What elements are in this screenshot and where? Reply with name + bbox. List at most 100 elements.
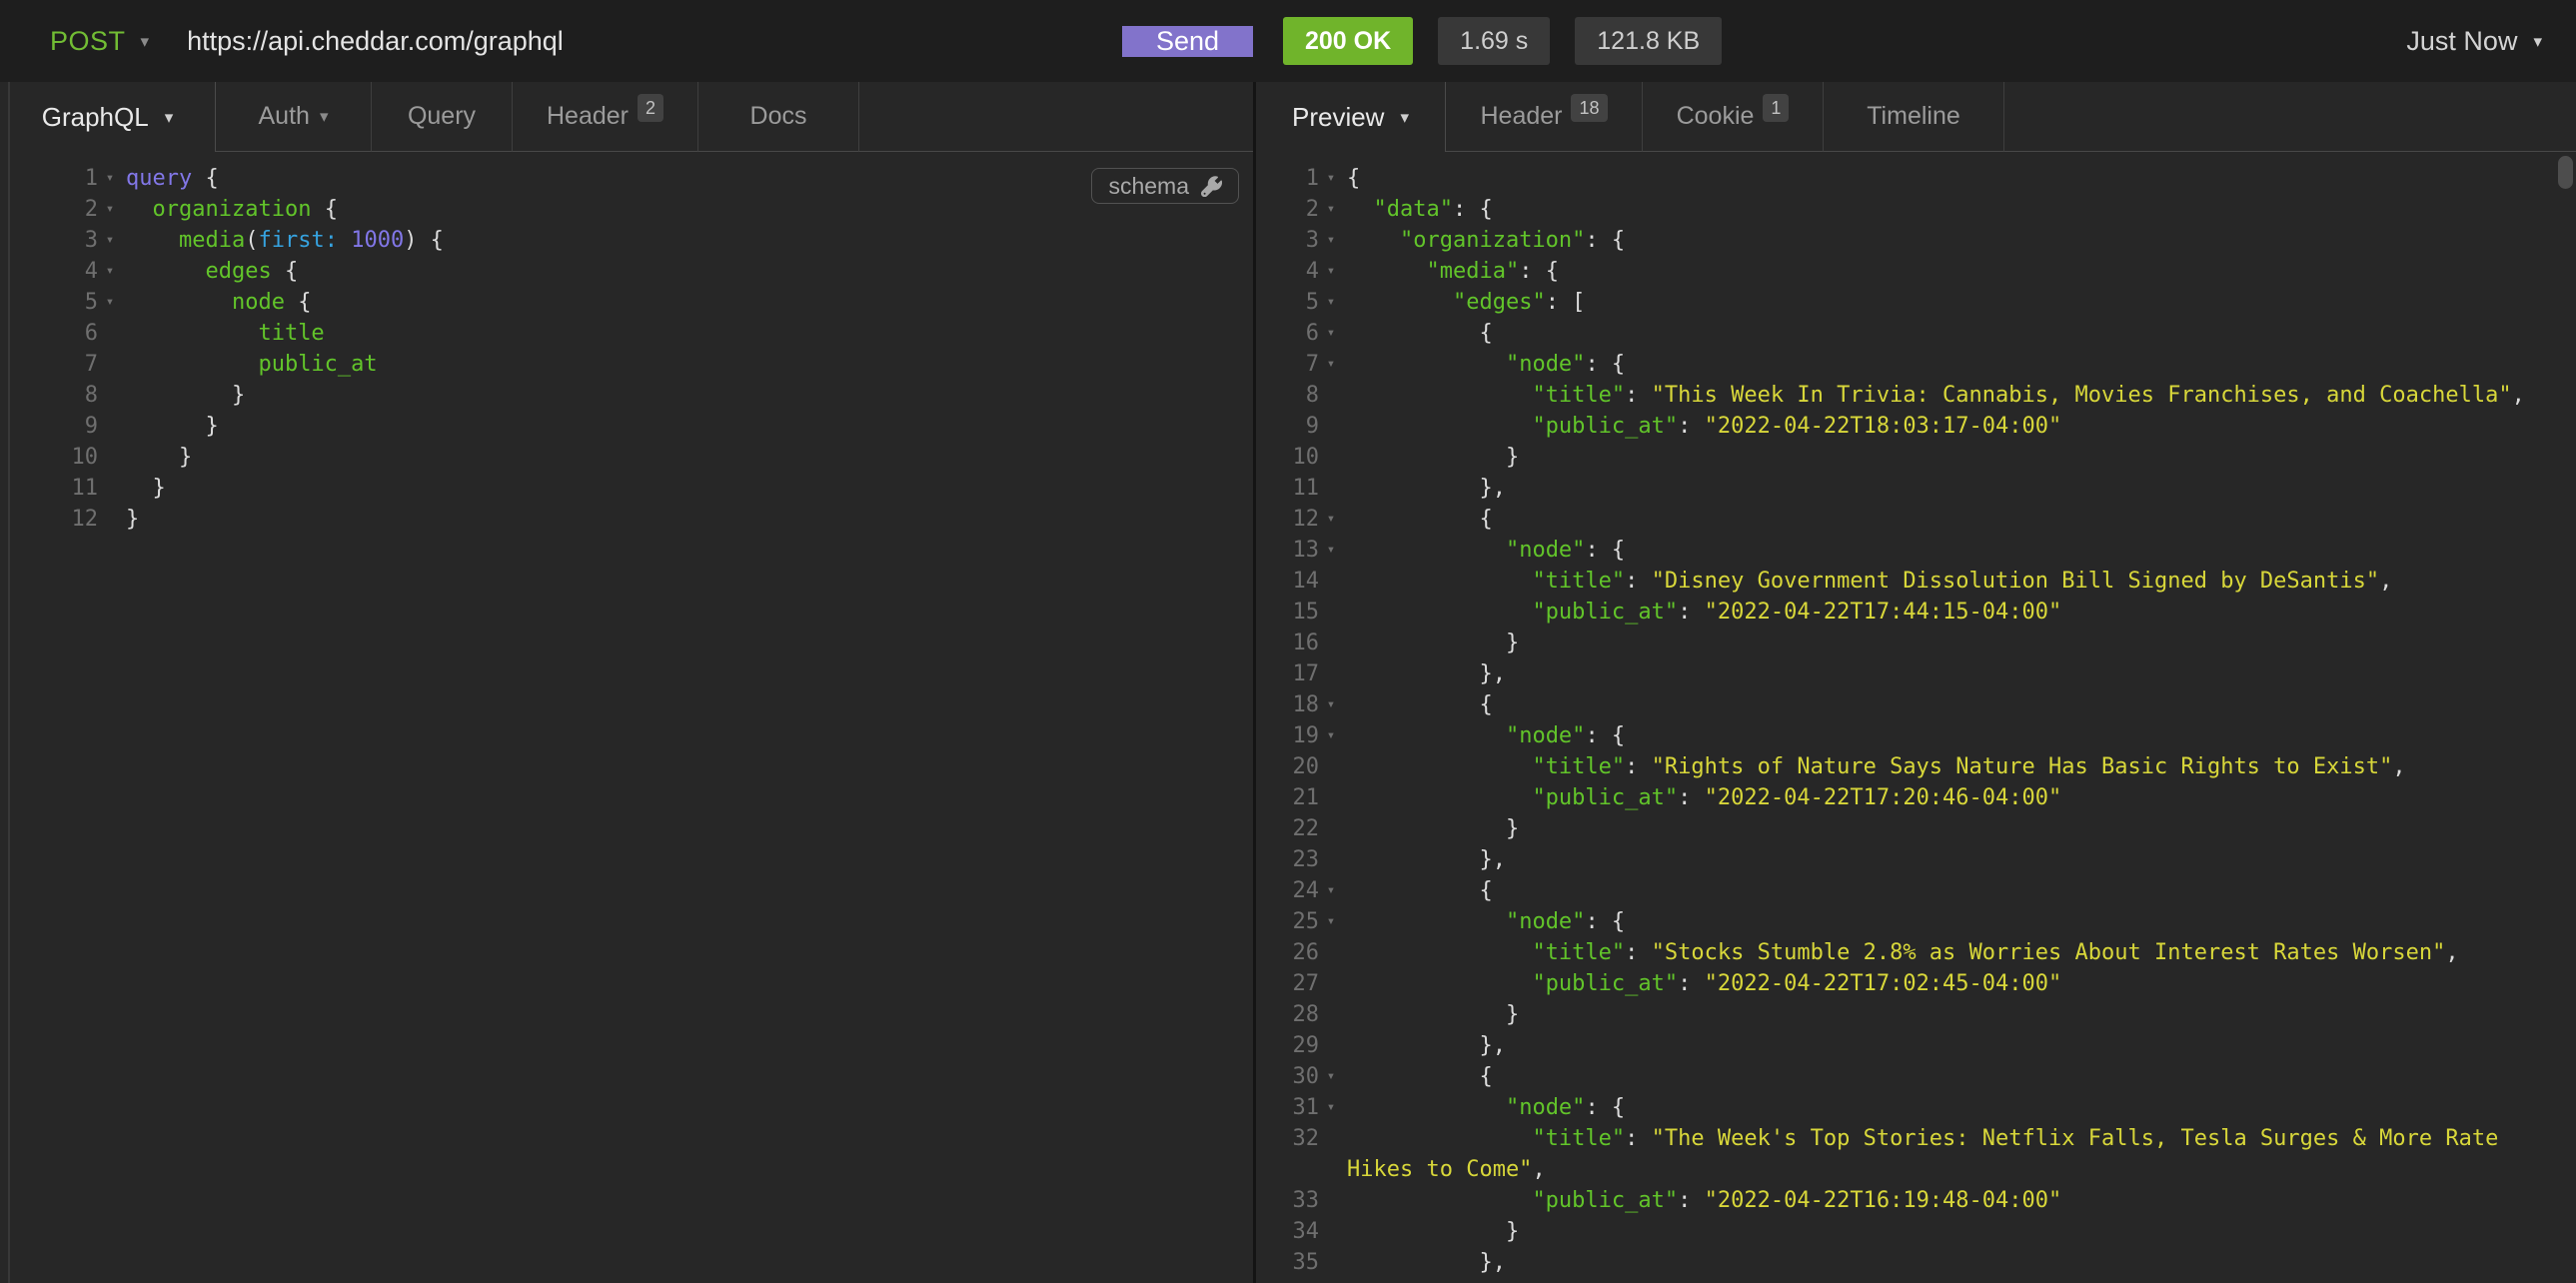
fold-arrow-icon[interactable]: ▾	[1319, 1092, 1343, 1123]
response-tabbar-filler	[2004, 82, 2576, 152]
code-text: {	[1347, 689, 2576, 720]
line-number: 12	[0, 504, 98, 535]
tab-docs[interactable]: Docs	[698, 82, 859, 152]
line-number: 35	[1256, 1247, 1319, 1278]
preview-mode-dropdown[interactable]: Preview ▾	[1256, 82, 1446, 152]
line-number: 32	[1256, 1123, 1319, 1185]
fold-arrow-icon[interactable]: ▾	[1319, 194, 1343, 225]
code-line: 3▾ "organization": {	[1256, 225, 2576, 256]
send-button[interactable]: Send	[1122, 26, 1253, 57]
code-text[interactable]: public_at	[126, 349, 1253, 380]
fold-arrow-icon[interactable]: ▾	[1319, 318, 1343, 349]
code-text[interactable]: }	[126, 442, 1253, 473]
fold-arrow-icon[interactable]: ▾	[1319, 163, 1343, 194]
fold-arrow-icon[interactable]: ▾	[1319, 1061, 1343, 1092]
tab-request-header[interactable]: Header 2	[513, 82, 698, 152]
schema-button[interactable]: schema	[1091, 168, 1239, 204]
line-number: 14	[1256, 566, 1319, 597]
tab-docs-label: Docs	[750, 102, 807, 131]
fold-arrow-icon[interactable]: ▾	[98, 256, 122, 287]
code-text: },	[1347, 1030, 2576, 1061]
line-number: 11	[0, 473, 98, 504]
code-text: "node": {	[1347, 720, 2576, 751]
code-line: 2▾ "data": {	[1256, 194, 2576, 225]
code-text[interactable]: organization {	[126, 194, 1253, 225]
gutter-spacer	[1319, 566, 1343, 597]
code-text[interactable]: }	[126, 380, 1253, 411]
response-history-dropdown[interactable]: Just Now ▾	[2406, 26, 2576, 57]
request-header-count-badge: 2	[638, 94, 663, 122]
fold-arrow-icon[interactable]: ▾	[98, 287, 122, 318]
url-input[interactable]: https://api.cheddar.com/graphql	[187, 26, 1122, 57]
body-type-dropdown[interactable]: GraphQL ▾	[0, 82, 216, 152]
gutter-spacer	[1319, 1185, 1343, 1216]
caret-down-icon: ▾	[165, 109, 174, 126]
line-number: 5	[0, 287, 98, 318]
code-line: 21 "public_at": "2022-04-22T17:20:46-04:…	[1256, 782, 2576, 813]
fold-arrow-icon[interactable]: ▾	[1319, 287, 1343, 318]
fold-arrow-icon[interactable]: ▾	[98, 163, 122, 194]
fold-arrow-icon[interactable]: ▾	[1319, 349, 1343, 380]
fold-arrow-icon[interactable]: ▾	[98, 194, 122, 225]
tab-cookie[interactable]: Cookie 1	[1643, 82, 1824, 152]
fold-arrow-icon[interactable]: ▾	[98, 225, 122, 256]
code-line: 26 "title": "Stocks Stumble 2.8% as Worr…	[1256, 937, 2576, 968]
sidebar-drag-handle[interactable]	[8, 82, 10, 1283]
gutter-spacer	[1319, 937, 1343, 968]
fold-arrow-icon[interactable]: ▾	[1319, 504, 1343, 535]
line-number: 8	[1256, 380, 1319, 411]
gutter-spacer	[1319, 782, 1343, 813]
code-line: 1▾{	[1256, 163, 2576, 194]
code-text: },	[1347, 658, 2576, 689]
graphql-query-editor[interactable]: schema 1▾query {2▾ organization {3▾ medi…	[0, 152, 1253, 1283]
code-line: 33 "public_at": "2022-04-22T16:19:48-04:…	[1256, 1185, 2576, 1216]
code-text[interactable]: title	[126, 318, 1253, 349]
wrench-icon	[1201, 176, 1222, 197]
code-text: "public_at": "2022-04-22T17:20:46-04:00"	[1347, 782, 2576, 813]
code-text[interactable]: }	[126, 473, 1253, 504]
gutter-spacer	[98, 380, 122, 411]
code-text[interactable]: }	[126, 504, 1253, 535]
code-text[interactable]: query {	[126, 163, 1253, 194]
line-number: 36	[1256, 1278, 1319, 1283]
code-text[interactable]: }	[126, 411, 1253, 442]
code-text: },	[1347, 473, 2576, 504]
gutter-spacer	[1319, 473, 1343, 504]
code-line: 9 }	[0, 411, 1253, 442]
fold-arrow-icon[interactable]: ▾	[1319, 689, 1343, 720]
method-dropdown[interactable]: POST ▾	[0, 26, 149, 57]
gutter-spacer	[1319, 751, 1343, 782]
tab-request-header-label: Header	[547, 102, 629, 131]
line-number: 2	[0, 194, 98, 225]
code-text[interactable]: edges {	[126, 256, 1253, 287]
response-pane: Preview ▾ Header 18 Cookie 1 Timeline 1▾…	[1256, 82, 2576, 1283]
code-line: 34 }	[1256, 1216, 2576, 1247]
fold-arrow-icon[interactable]: ▾	[1319, 535, 1343, 566]
tab-auth[interactable]: Auth ▾	[216, 82, 372, 152]
fold-arrow-icon[interactable]: ▾	[1319, 225, 1343, 256]
code-text: "node": {	[1347, 349, 2576, 380]
fold-arrow-icon[interactable]: ▾	[1319, 875, 1343, 906]
request-url-bar: POST ▾ https://api.cheddar.com/graphql S…	[0, 0, 2576, 82]
line-number: 27	[1256, 968, 1319, 999]
code-line: 7▾ "node": {	[1256, 349, 2576, 380]
response-tabbar: Preview ▾ Header 18 Cookie 1 Timeline	[1256, 82, 2576, 152]
code-text: "title": "Rights of Nature Says Nature H…	[1347, 751, 2576, 782]
line-number: 9	[1256, 411, 1319, 442]
response-scrollbar-thumb[interactable]	[2558, 156, 2573, 189]
tab-response-header[interactable]: Header 18	[1446, 82, 1643, 152]
line-number: 10	[1256, 442, 1319, 473]
fold-arrow-icon[interactable]: ▾	[1319, 1278, 1343, 1283]
tab-query[interactable]: Query	[372, 82, 513, 152]
code-text[interactable]: node {	[126, 287, 1253, 318]
code-line: 9 "public_at": "2022-04-22T18:03:17-04:0…	[1256, 411, 2576, 442]
response-header-count-badge: 18	[1571, 94, 1607, 122]
code-text: "public_at": "2022-04-22T17:02:45-04:00"	[1347, 968, 2576, 999]
code-text[interactable]: media(first: 1000) {	[126, 225, 1253, 256]
fold-arrow-icon[interactable]: ▾	[1319, 906, 1343, 937]
fold-arrow-icon[interactable]: ▾	[1319, 256, 1343, 287]
fold-arrow-icon[interactable]: ▾	[1319, 720, 1343, 751]
gutter-spacer	[1319, 813, 1343, 844]
code-line: 24▾ {	[1256, 875, 2576, 906]
tab-timeline[interactable]: Timeline	[1824, 82, 2004, 152]
